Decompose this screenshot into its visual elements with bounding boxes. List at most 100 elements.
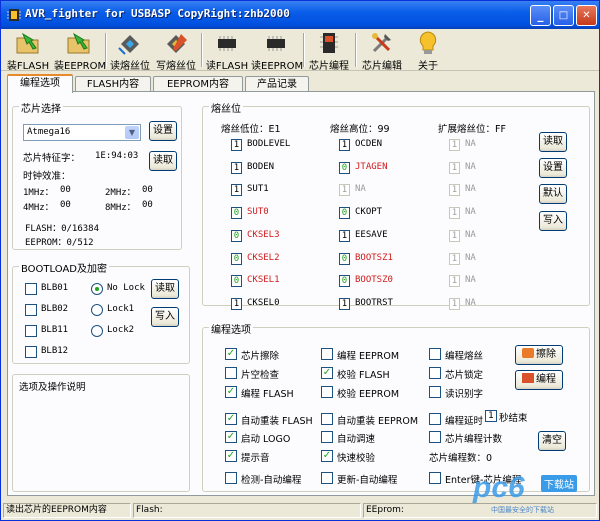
option-checkbox[interactable]: ✓ <box>225 450 237 462</box>
low-fuse-checkbox[interactable]: 1 <box>231 184 242 197</box>
option-checkbox[interactable] <box>321 472 333 484</box>
read-eeprom-button[interactable]: 读EEPROM <box>251 29 303 72</box>
tab-program-options[interactable]: 编程选项 <box>7 74 73 93</box>
fuse-name-label: BOOTRST <box>355 297 393 308</box>
blb01-checkbox[interactable] <box>25 283 37 295</box>
tab-flash-content[interactable]: FLASH内容 <box>75 76 151 92</box>
option-checkbox[interactable] <box>321 386 333 398</box>
toolbar-label: 芯片编程 <box>309 61 349 72</box>
option-checkbox[interactable] <box>225 367 237 379</box>
option-checkbox[interactable] <box>429 413 441 425</box>
option-checkbox[interactable]: ✓ <box>225 413 237 425</box>
ext-fuse-checkbox[interactable]: 1 <box>449 161 460 174</box>
high-fuse-checkbox[interactable]: 0 <box>339 161 350 174</box>
lock-read-button[interactable]: 读取 <box>151 279 179 299</box>
signature-label: 芯片特征字： <box>23 153 81 164</box>
low-fuse-checkbox[interactable]: 0 <box>231 229 242 242</box>
fuse-read-button[interactable]: 读取 <box>539 132 567 152</box>
fuse-write-button[interactable]: 写入 <box>539 211 567 231</box>
option-label: 自动调速 <box>337 434 376 445</box>
close-button[interactable]: ✕ <box>576 5 597 26</box>
fuse-default-button[interactable]: 默认 <box>539 184 567 204</box>
blb11-checkbox[interactable] <box>25 325 37 337</box>
chip-set-button[interactable]: 设置 <box>149 121 177 141</box>
option-checkbox[interactable] <box>225 472 237 484</box>
option-checkbox[interactable]: ✓ <box>225 348 237 360</box>
bootload-group: BOOTLOAD及加密 BLB01 BLB02 BLB11 BLB12 No L… <box>12 260 190 364</box>
option-label: 芯片锁定 <box>445 370 484 381</box>
minimize-button[interactable]: _ <box>530 5 551 26</box>
blb12-checkbox[interactable] <box>25 346 37 358</box>
high-fuse-checkbox[interactable]: 1 <box>339 184 350 197</box>
option-checkbox[interactable] <box>321 413 333 425</box>
option-checkbox[interactable] <box>321 348 333 360</box>
option-checkbox[interactable] <box>321 431 333 443</box>
chip-read-button[interactable]: 读取 <box>149 151 177 171</box>
delay-value-box[interactable]: 1 <box>485 410 497 422</box>
low-fuse-checkbox[interactable]: 0 <box>231 252 242 265</box>
ext-fuse-checkbox[interactable]: 1 <box>449 297 460 310</box>
high-fuse-checkbox[interactable]: 0 <box>339 252 350 265</box>
signature-value: 1E:94:03 <box>95 151 139 161</box>
ext-fuse-checkbox[interactable]: 1 <box>449 275 460 288</box>
erase-button[interactable]: 擦除 <box>515 345 563 365</box>
toolbar-label: 写熔丝位 <box>156 61 196 72</box>
option-checkbox[interactable] <box>429 431 441 443</box>
ext-fuse-checkbox[interactable]: 1 <box>449 229 460 242</box>
chip-program-button[interactable]: 芯片编程 <box>305 29 353 72</box>
about-button[interactable]: 关于 <box>408 29 448 72</box>
option-checkbox[interactable] <box>429 367 441 379</box>
title-bar[interactable]: AVR_fighter for USBASP CopyRight:zhb2000… <box>1 1 599 29</box>
read-flash-button[interactable]: 读FLASH <box>204 29 250 72</box>
radio-label: Lock1 <box>107 304 135 314</box>
high-fuse-checkbox[interactable]: 0 <box>339 275 350 288</box>
low-fuse-checkbox[interactable]: 0 <box>231 275 242 288</box>
lock1-radio[interactable] <box>91 304 103 316</box>
ext-fuse-checkbox[interactable]: 1 <box>449 252 460 265</box>
ext-fuse-checkbox[interactable]: 1 <box>449 139 460 151</box>
group-title: 编程选项 <box>209 321 253 336</box>
low-fuse-checkbox[interactable]: 1 <box>231 139 242 151</box>
ext-fuse-checkbox[interactable]: 1 <box>449 207 460 220</box>
load-flash-button[interactable]: 装FLASH <box>3 29 53 72</box>
option-checkbox[interactable]: ✓ <box>225 431 237 443</box>
option-label: 自动重装 FLASH <box>241 416 313 427</box>
option-checkbox[interactable]: ✓ <box>321 367 333 379</box>
clear-button[interactable]: 清空 <box>538 431 566 451</box>
group-title: BOOTLOAD及加密 <box>19 260 109 275</box>
program-button[interactable]: 编程 <box>515 370 563 390</box>
option-checkbox[interactable]: ✓ <box>321 450 333 462</box>
blb02-checkbox[interactable] <box>25 304 37 316</box>
low-fuse-checkbox[interactable]: 1 <box>231 297 242 310</box>
high-fuse-checkbox[interactable]: 1 <box>339 297 350 310</box>
low-fuse-checkbox[interactable]: 0 <box>231 207 242 220</box>
option-label: 更新-自动编程 <box>337 475 398 486</box>
ext-fuse-checkbox[interactable]: 1 <box>449 184 460 197</box>
tab-product-record[interactable]: 产品记录 <box>245 76 309 92</box>
option-checkbox[interactable] <box>429 348 441 360</box>
option-checkbox[interactable]: ✓ <box>225 386 237 398</box>
tab-eeprom-content[interactable]: EEPROM内容 <box>153 76 243 92</box>
lock2-radio[interactable] <box>91 325 103 337</box>
radio-label: No Lock <box>107 283 145 293</box>
high-fuse-checkbox[interactable]: 1 <box>339 139 350 151</box>
option-checkbox[interactable] <box>429 386 441 398</box>
maximize-button[interactable]: □ <box>553 5 574 26</box>
load-eeprom-button[interactable]: 装EEPROM <box>54 29 107 72</box>
write-fuse-button[interactable]: 写熔丝位 <box>153 29 199 72</box>
chip-edit-button[interactable]: 芯片编辑 <box>358 29 406 72</box>
toolbar-label: 装EEPROM <box>54 61 107 72</box>
low-fuse-checkbox[interactable]: 1 <box>231 161 242 174</box>
chip-model-select[interactable]: Atmega16 ▼ <box>23 124 141 141</box>
lock-write-button[interactable]: 写入 <box>151 307 179 327</box>
fuse-set-button[interactable]: 设置 <box>539 158 567 178</box>
no-lock-radio[interactable] <box>91 283 103 295</box>
read-fuse-button[interactable]: 读熔丝位 <box>107 29 153 72</box>
high-fuse-checkbox[interactable]: 0 <box>339 207 350 220</box>
toolbar: 装FLASH 装EEPROM 读熔丝位 写熔丝位 读FLASH 读EEPROM … <box>1 29 599 72</box>
option-checkbox[interactable] <box>429 472 441 484</box>
clock-4mhz-label: 4MHz： <box>23 203 54 213</box>
fuse-name-label: NA <box>465 207 476 218</box>
description-group: 选项及操作说明 <box>12 374 190 492</box>
high-fuse-checkbox[interactable]: 1 <box>339 229 350 242</box>
